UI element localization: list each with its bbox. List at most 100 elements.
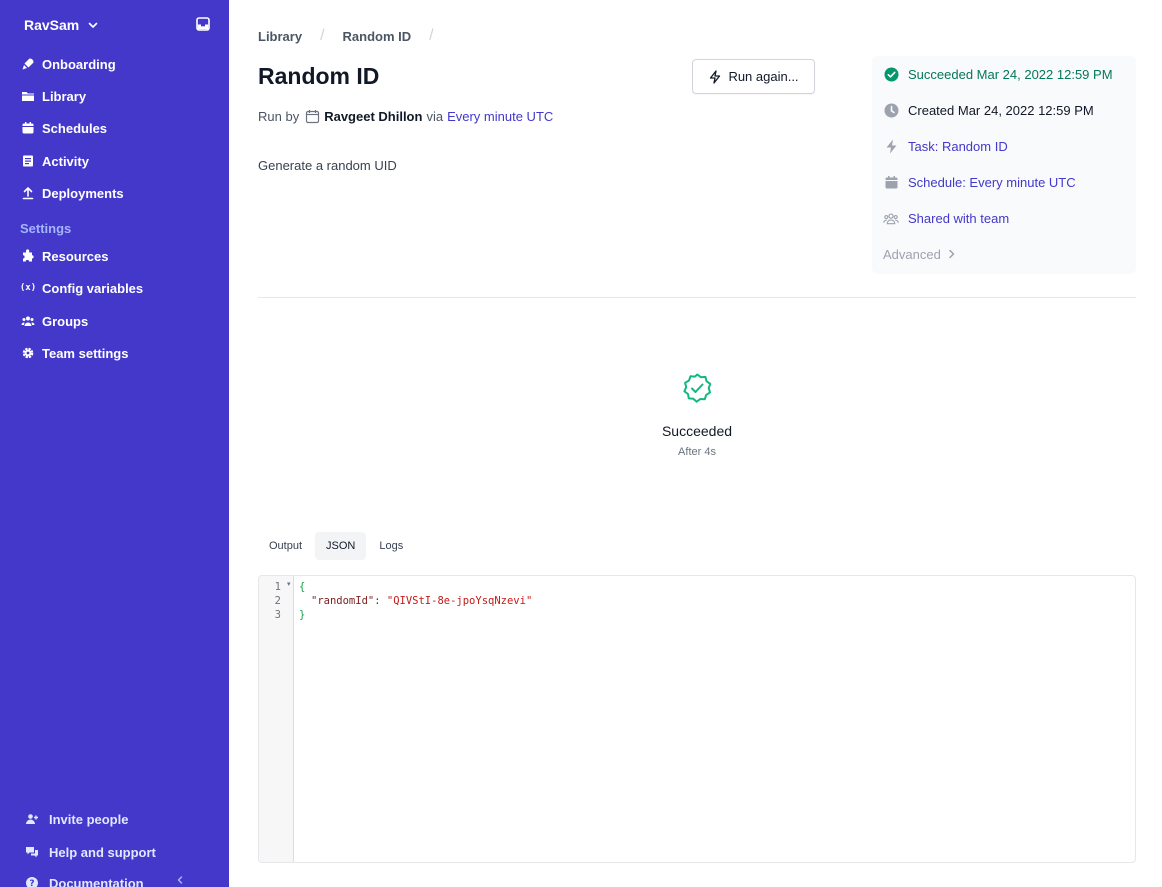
breadcrumb: Library / Random ID / [258,27,452,45]
puzzle-icon [20,248,36,264]
breadcrumb-library[interactable]: Library [258,29,302,44]
sidebar-item-config-variables[interactable]: (x) Config variables [20,278,143,298]
shared-with-team-link[interactable]: Shared with team [883,209,1009,227]
sidebar-item-team-settings[interactable]: Team settings [20,343,128,363]
sidebar-item-groups[interactable]: Groups [20,311,88,331]
check-circle-icon [883,66,899,82]
rocket-icon [20,56,36,72]
schedule-link[interactable]: Every minute UTC [447,109,553,124]
chat-icon [24,844,40,860]
inbox-icon[interactable] [196,17,210,31]
run-again-button[interactable]: Run again... [692,59,815,94]
result-duration: After 4s [678,446,716,458]
run-details-card: Succeeded Mar 24, 2022 12:59 PM Created … [872,56,1136,274]
sidebar-item-label: Library [42,88,87,104]
svg-text:?: ? [29,879,34,887]
fold-arrow-icon[interactable]: ▾ [287,580,291,588]
help-and-support-link[interactable]: Help and support [24,842,156,862]
task-description: Generate a random UID [258,158,397,173]
created-row: Created Mar 24, 2022 12:59 PM [883,101,1094,119]
lightning-icon [883,138,899,154]
chevron-right-icon [948,248,956,260]
advanced-label: Advanced [883,246,941,262]
schedule-details-link[interactable]: Schedule: Every minute UTC [883,173,1076,191]
calendar-icon [883,174,899,190]
documentation-label: Documentation [49,875,144,887]
activity-icon [20,153,36,169]
run-by-user: Ravgeet Dhillon [324,109,423,124]
question-icon: ? [24,875,40,887]
page-title: Random ID [258,63,380,89]
upload-icon [20,185,36,201]
workspace-switcher[interactable]: RavSam [24,16,210,34]
sidebar-item-activity[interactable]: Activity [20,151,89,171]
sidebar-item-label: Groups [42,313,89,329]
run-by-via: via [426,109,444,124]
json-editor[interactable]: 1 ▾ 2 3 { "randomId": "QIVStI-8e-jpoYsqN… [258,575,1136,863]
result-tabs: Output JSON Logs [258,532,416,560]
sidebar-item-label: Deployments [42,185,124,201]
folder-icon [20,88,36,104]
sidebar-item-schedules[interactable]: Schedules [20,118,107,138]
sidebar-item-resources[interactable]: Resources [20,246,108,266]
code-line: "randomId": "QIVStI-8e-jpoYsqNzevi" [311,594,532,608]
user-add-icon [24,811,40,827]
advanced-toggle[interactable]: Advanced [883,245,956,263]
calendar-icon [20,120,36,136]
users-icon [883,210,899,226]
breadcrumb-random-id[interactable]: Random ID [343,29,412,44]
task-link-text: Task: Random ID [908,138,1008,154]
tab-logs[interactable]: Logs [368,532,414,560]
json-open-brace: { [299,581,306,593]
run-by-line: Run by Ravgeet Dhillon via Every minute … [258,109,553,124]
json-key: "randomId" [311,595,375,607]
schedule-details-text: Schedule: Every minute UTC [908,174,1076,190]
run-again-label: Run again... [728,69,799,84]
created-text: Created Mar 24, 2022 12:59 PM [908,102,1094,118]
tab-output[interactable]: Output [258,532,313,560]
code-line: { [299,580,305,594]
sidebar-item-label: Activity [42,153,89,169]
sidebar-item-onboarding[interactable]: Onboarding [20,54,116,74]
sidebar: RavSam Onboarding Library Schedules Acti… [0,0,229,887]
task-link[interactable]: Task: Random ID [883,137,1008,155]
tab-json[interactable]: JSON [315,532,367,560]
variable-icon: (x) [19,283,37,293]
workspace-name: RavSam [24,17,80,33]
section-divider [258,297,1136,298]
help-and-support-label: Help and support [49,844,156,860]
run-by-label: Run by [258,109,300,124]
documentation-link[interactable]: ? Documentation [24,873,209,887]
collapse-sidebar-icon[interactable] [175,874,185,886]
invite-people-link[interactable]: Invite people [24,809,128,829]
clock-icon [883,102,899,118]
result-status: Succeeded [661,423,733,439]
sidebar-item-library[interactable]: Library [20,86,86,106]
chevron-down-icon [87,19,99,31]
gear-icon [20,345,36,361]
status-text: Succeeded Mar 24, 2022 12:59 PM [908,66,1113,82]
calendar-icon [305,109,320,124]
settings-heading: Settings [20,221,72,236]
line-number: 3 [274,609,281,621]
sidebar-item-label: Config variables [42,280,144,296]
success-badge-icon [681,372,713,404]
sidebar-item-label: Onboarding [42,56,116,72]
json-colon: : [374,595,387,607]
invite-people-label: Invite people [49,811,129,827]
breadcrumb-separator: / [320,27,325,44]
status-row: Succeeded Mar 24, 2022 12:59 PM [883,65,1113,83]
lightning-icon [708,69,722,84]
sidebar-item-deployments[interactable]: Deployments [20,183,124,203]
line-number: 2 [274,595,281,607]
line-number: 1 [274,581,281,593]
editor-gutter: 1 ▾ 2 3 [259,576,294,862]
breadcrumb-separator: / [429,27,434,44]
sidebar-item-label: Resources [42,248,109,264]
json-value: "QIVStI-8e-jpoYsqNzevi" [386,595,533,607]
sidebar-item-label: Team settings [42,345,129,361]
users-icon [20,313,36,329]
json-close-brace: } [299,609,306,621]
shared-with-team-text: Shared with team [908,210,1010,226]
sidebar-item-label: Schedules [42,120,108,136]
